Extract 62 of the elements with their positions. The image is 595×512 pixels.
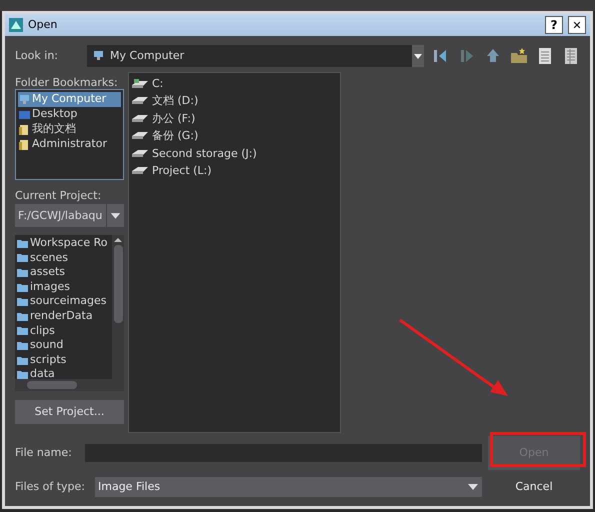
set-project-button[interactable]: Set Project... xyxy=(15,400,124,424)
new-folder-icon[interactable] xyxy=(510,47,528,65)
drive-icon xyxy=(131,78,149,89)
folder-item[interactable]: clips xyxy=(17,324,112,338)
window-title: Open xyxy=(28,16,58,33)
file-name-field[interactable] xyxy=(85,444,482,462)
folder-icon xyxy=(17,340,28,350)
folder-item[interactable]: renderData xyxy=(17,308,112,324)
folder-item[interactable]: sound xyxy=(17,338,112,353)
drive-item[interactable]: 备份 (G:) xyxy=(131,128,338,145)
folder-icon xyxy=(17,238,28,248)
dropdown-arrow-icon[interactable] xyxy=(467,483,479,491)
cancel-button[interactable]: Cancel xyxy=(488,475,580,499)
file-type-dropdown[interactable]: Image Files xyxy=(95,477,482,497)
drive-icon xyxy=(131,148,149,159)
drive-item[interactable]: Project (L:) xyxy=(131,162,338,180)
bookmark-item[interactable]: 我的文档 xyxy=(18,122,121,137)
close-button[interactable]: ✕ xyxy=(568,16,586,34)
help-button[interactable]: ? xyxy=(545,16,563,34)
drive-item[interactable]: C: xyxy=(131,75,338,92)
folder-item[interactable]: scripts xyxy=(17,352,112,368)
folder-icon xyxy=(17,253,28,262)
drive-item[interactable]: Second storage (J:) xyxy=(131,145,338,162)
list-view-icon[interactable] xyxy=(536,47,554,65)
bookmark-item[interactable]: Desktop xyxy=(18,107,121,122)
up-arrow-icon[interactable] xyxy=(484,47,502,65)
detail-view-icon[interactable] xyxy=(562,47,580,65)
folder-icon xyxy=(17,282,28,292)
bookmark-item[interactable]: My Computer xyxy=(18,92,121,107)
folder-item[interactable]: data xyxy=(17,367,112,379)
horizontal-scrollbar[interactable] xyxy=(15,379,124,391)
folder-item[interactable]: scenes xyxy=(17,250,112,266)
document-icon xyxy=(19,140,30,150)
folder-icon xyxy=(17,326,28,336)
drive-icon xyxy=(131,114,149,124)
folder-item[interactable]: images xyxy=(17,280,112,294)
folder-icon xyxy=(17,297,28,306)
folder-item[interactable]: Workspace Ro xyxy=(17,236,112,251)
file-name-label: File name: xyxy=(15,444,73,461)
desktop-icon xyxy=(19,110,30,120)
drive-item[interactable]: 文档 (D:) xyxy=(131,92,338,110)
bookmark-item[interactable]: Administrator xyxy=(18,137,121,152)
monitor-icon xyxy=(93,51,104,61)
drive-icon xyxy=(131,131,149,142)
look-in-label: Look in: xyxy=(15,48,59,64)
monitor-icon xyxy=(19,94,30,104)
current-project-label: Current Project: xyxy=(15,188,102,204)
folder-item[interactable]: assets xyxy=(17,265,112,280)
app-icon xyxy=(9,18,23,32)
look-in-dropdown[interactable]: My Computer xyxy=(87,45,412,67)
drive-icon xyxy=(131,166,149,176)
folder-icon xyxy=(17,268,28,277)
document-icon xyxy=(19,124,30,134)
drive-icon xyxy=(131,96,149,106)
folder-item[interactable]: sourceimages xyxy=(17,294,112,309)
bookmarks-label: Folder Bookmarks: xyxy=(15,75,119,89)
vertical-scrollbar[interactable] xyxy=(112,235,124,379)
folder-icon xyxy=(17,356,28,365)
file-type-label: Files of type: xyxy=(15,478,86,495)
drive-item[interactable]: 办公 (F:) xyxy=(131,110,338,128)
folder-icon xyxy=(17,312,28,321)
scroll-up-icon[interactable] xyxy=(114,235,122,245)
